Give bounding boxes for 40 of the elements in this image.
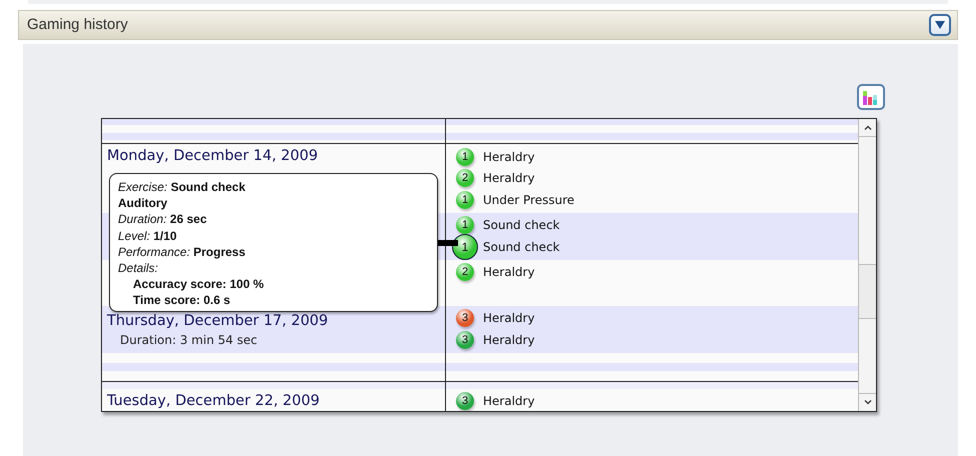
tooltip-category: Auditory: [118, 195, 168, 212]
exercise-name: Heraldry: [483, 393, 535, 410]
level-badge[interactable]: 1: [456, 216, 474, 234]
chart-button[interactable]: [857, 84, 885, 110]
exercise-name: Heraldry: [483, 170, 535, 188]
exercise-name: Heraldry: [483, 264, 535, 282]
level-badge[interactable]: 1: [452, 234, 478, 260]
exercise-name: Sound check: [483, 217, 560, 234]
level-badge[interactable]: 1: [456, 148, 474, 166]
tooltip-connector: [438, 240, 458, 246]
level-badge[interactable]: 3: [456, 330, 474, 349]
day-duration: Duration: 3 min 54 sec: [119, 332, 258, 348]
level-badge[interactable]: 2: [456, 263, 474, 282]
caret-down-icon: [864, 400, 872, 405]
tooltip-section: Details:: [118, 260, 429, 276]
day-date: Thursday, December 17, 2009: [107, 312, 330, 330]
level-badge[interactable]: 2: [456, 169, 474, 188]
level-badge[interactable]: 1: [456, 190, 474, 209]
scrollbar[interactable]: [858, 119, 876, 411]
chevron-down-icon: [934, 20, 946, 30]
tooltip-field: Exercise: Sound check: [118, 179, 429, 196]
collapse-button[interactable]: [929, 14, 951, 36]
day-date: Tuesday, December 22, 2009: [107, 392, 321, 410]
level-badge[interactable]: 3: [456, 309, 474, 328]
tooltip-field: Level: 1/10: [118, 228, 429, 244]
tooltip-field: Duration: 26 sec: [118, 211, 429, 228]
exercise-name: Heraldry: [483, 332, 535, 349]
exercise-name: Under Pressure: [483, 192, 574, 209]
exercise-name: Heraldry: [483, 148, 535, 166]
tooltip-field: Performance: Progress: [118, 244, 429, 260]
exercise-name: Heraldry: [483, 310, 535, 328]
caret-up-icon: [864, 125, 872, 130]
level-badge[interactable]: 3: [456, 392, 474, 410]
tooltip-detail: Time score: 0.6 s: [132, 292, 232, 309]
panel-title: Gaming history: [27, 14, 128, 35]
scroll-thumb[interactable]: [859, 264, 876, 319]
day-date: Monday, December 14, 2009: [107, 147, 319, 166]
bar-chart-icon: [862, 89, 880, 105]
exercise-name: Sound check: [483, 238, 560, 256]
tooltip-detail: Accuracy score: 100 %: [132, 276, 265, 292]
